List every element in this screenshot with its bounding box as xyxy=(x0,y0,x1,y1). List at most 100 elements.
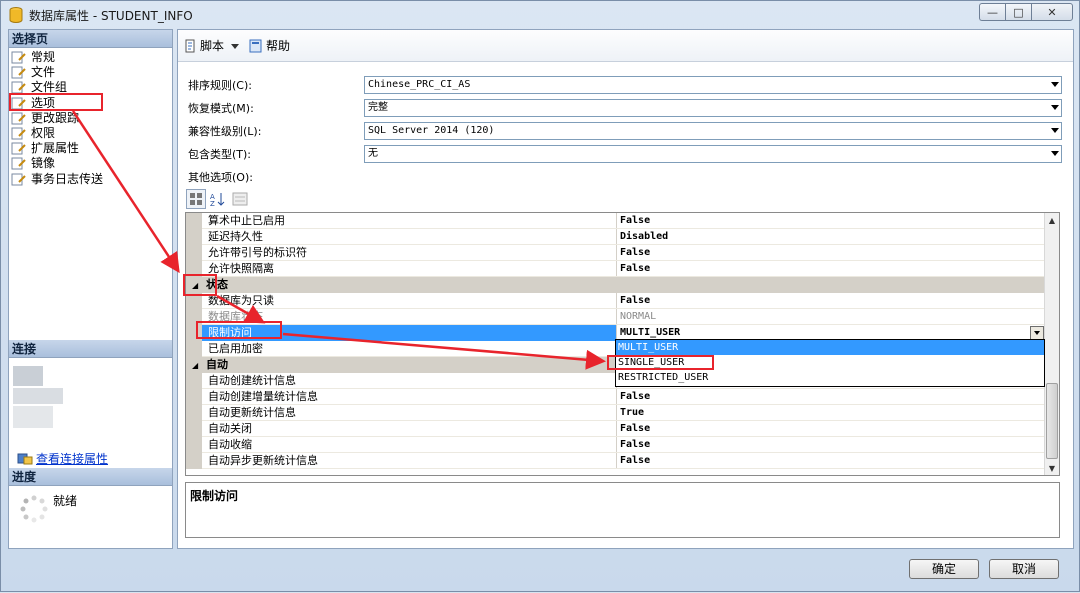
scroll-down-icon[interactable]: ▼ xyxy=(1045,461,1059,475)
progress-header: 进度 xyxy=(9,468,172,486)
restrict-access-dropdown-button[interactable] xyxy=(1030,326,1044,340)
page-item-permissions[interactable]: 权限 xyxy=(11,126,172,141)
other-options-label: 其他选项(O): xyxy=(188,171,253,184)
page-wrench-icon xyxy=(11,51,26,64)
property-pages-button[interactable] xyxy=(230,189,250,209)
property-pages-icon xyxy=(232,192,248,206)
annotation-box-options xyxy=(9,93,103,111)
redacted-server-info xyxy=(13,388,63,404)
collapse-triangle-icon[interactable]: ◢ xyxy=(192,361,198,370)
categorized-icon xyxy=(190,193,202,205)
page-item-mirroring[interactable]: 镜像 xyxy=(11,156,172,171)
containment-combo[interactable]: 无 xyxy=(364,145,1062,163)
database-properties-window: 数据库属性 - STUDENT_INFO — □ ✕ 选择页 常规 文件 文件组 xyxy=(0,0,1080,592)
compatibility-combo[interactable]: SQL Server 2014 (120) xyxy=(364,122,1062,140)
option-restricted-user[interactable]: RESTRICTED_USER xyxy=(616,370,1044,385)
grid-row[interactable]: 数据库状态 NORMAL xyxy=(186,309,1046,325)
compatibility-label: 兼容性级别(L): xyxy=(188,125,262,138)
page-item-label: 常规 xyxy=(31,50,56,65)
right-pane: 脚本 帮助 排序规则(C): Chinese_PRC_CI_AS 恢复模式(M)… xyxy=(177,29,1074,549)
grid-vertical-scrollbar[interactable]: ▲ ▼ xyxy=(1044,213,1059,475)
scroll-up-icon[interactable]: ▲ xyxy=(1045,213,1059,227)
grid-row[interactable]: 自动创建增量统计信息 False xyxy=(186,389,1046,405)
page-item-label: 扩展属性 xyxy=(31,141,80,156)
collation-combo[interactable]: Chinese_PRC_CI_AS xyxy=(364,76,1062,94)
collation-label: 排序规则(C): xyxy=(188,79,252,92)
title-bar: 数据库属性 - STUDENT_INFO — □ ✕ xyxy=(1,1,1079,29)
page-item-general[interactable]: 常规 xyxy=(11,50,172,65)
sort-alphabetical-icon: A Z xyxy=(210,193,225,207)
page-wrench-icon xyxy=(11,127,26,140)
scroll-thumb[interactable] xyxy=(1046,383,1058,459)
page-item-change-tracking[interactable]: 更改跟踪 xyxy=(11,111,172,126)
page-item-extended-properties[interactable]: 扩展属性 xyxy=(11,141,172,156)
containment-row: 包含类型(T): 无 xyxy=(188,145,1068,163)
database-icon xyxy=(9,7,23,23)
connection-properties-icon xyxy=(17,453,33,464)
script-icon xyxy=(185,39,195,52)
dialog-button-bar: 确定 取消 xyxy=(1,549,1079,591)
collation-row: 排序规则(C): Chinese_PRC_CI_AS xyxy=(188,76,1068,94)
help-icon xyxy=(249,39,262,52)
progress-spinner-icon xyxy=(20,495,48,523)
category-row-status[interactable]: ◢ 状态 xyxy=(186,277,1046,293)
chevron-down-icon xyxy=(231,43,240,49)
ok-button[interactable]: 确定 xyxy=(909,559,979,579)
chevron-down-icon xyxy=(1034,331,1040,335)
close-button[interactable]: ✕ xyxy=(1031,3,1073,21)
recovery-model-row: 恢复模式(M): 完整 xyxy=(188,99,1068,117)
annotation-box-restrict-access xyxy=(196,321,282,339)
window-title: 数据库属性 - STUDENT_INFO xyxy=(29,8,193,23)
option-multi-user[interactable]: MULTI_USER xyxy=(616,340,1044,355)
page-item-label: 权限 xyxy=(31,126,56,141)
maximize-button[interactable]: □ xyxy=(1005,3,1031,21)
page-wrench-icon xyxy=(11,66,26,79)
page-wrench-icon xyxy=(11,173,26,186)
script-dropdown-arrow[interactable] xyxy=(230,41,242,51)
categorized-button[interactable] xyxy=(186,189,206,209)
view-connection-properties-link[interactable]: 查看连接属性 xyxy=(17,450,108,467)
cancel-button[interactable]: 取消 xyxy=(989,559,1059,579)
redacted-server-info xyxy=(13,366,43,386)
annotation-box-single-user xyxy=(607,355,714,370)
grid-row[interactable]: 自动收缩 False xyxy=(186,437,1046,453)
connection-section: 连接 查看连接属性 xyxy=(9,340,172,468)
svg-text:Z: Z xyxy=(210,200,215,207)
progress-section: 进度 就绪 xyxy=(9,468,172,546)
redacted-server-info xyxy=(13,406,53,428)
grid-row[interactable]: 允许带引号的标识符 False xyxy=(186,245,1046,261)
grid-row[interactable]: 允许快照隔离 False xyxy=(186,261,1046,277)
script-button[interactable]: 脚本 xyxy=(182,37,224,54)
progress-status: 就绪 xyxy=(53,494,78,508)
page-item-log-shipping[interactable]: 事务日志传送 xyxy=(11,172,172,187)
alphabetical-button[interactable]: A Z xyxy=(208,189,228,209)
description-title: 限制访问 xyxy=(190,489,239,503)
page-list: 常规 文件 文件组 选项 更改跟踪 权限 扩展属性 镜像 事务日志传送 xyxy=(9,48,172,187)
grid-toolbar: A Z xyxy=(186,188,252,210)
grid-row[interactable]: 延迟持久性 Disabled xyxy=(186,229,1046,245)
connection-header: 连接 xyxy=(9,340,172,358)
help-button[interactable]: 帮助 xyxy=(248,37,290,54)
grid-row[interactable]: 自动异步更新统计信息 False xyxy=(186,453,1046,469)
page-item-files[interactable]: 文件 xyxy=(11,65,172,80)
compatibility-row: 兼容性级别(L): SQL Server 2014 (120) xyxy=(188,122,1068,140)
page-wrench-icon xyxy=(11,142,26,155)
grid-row[interactable]: 算术中止已启用 False xyxy=(186,213,1046,229)
grid-row[interactable]: 数据库为只读 False xyxy=(186,293,1046,309)
grid-row[interactable]: 自动更新统计信息 True xyxy=(186,405,1046,421)
page-item-label: 更改跟踪 xyxy=(31,110,80,125)
containment-label: 包含类型(T): xyxy=(188,148,252,161)
recovery-model-label: 恢复模式(M): xyxy=(188,102,254,115)
annotation-box-status xyxy=(183,274,217,296)
select-page-header: 选择页 xyxy=(9,30,172,48)
page-item-label: 镜像 xyxy=(31,156,56,171)
description-panel: 限制访问 xyxy=(185,482,1060,538)
page-wrench-icon xyxy=(11,112,26,125)
page-wrench-icon xyxy=(11,157,26,170)
page-item-label: 事务日志传送 xyxy=(31,171,104,186)
grid-row[interactable]: 自动关闭 False xyxy=(186,421,1046,437)
recovery-model-combo[interactable]: 完整 xyxy=(364,99,1062,117)
toolbar: 脚本 帮助 xyxy=(178,30,1073,62)
minimize-button[interactable]: — xyxy=(979,3,1005,21)
page-item-label: 文件 xyxy=(31,65,56,80)
